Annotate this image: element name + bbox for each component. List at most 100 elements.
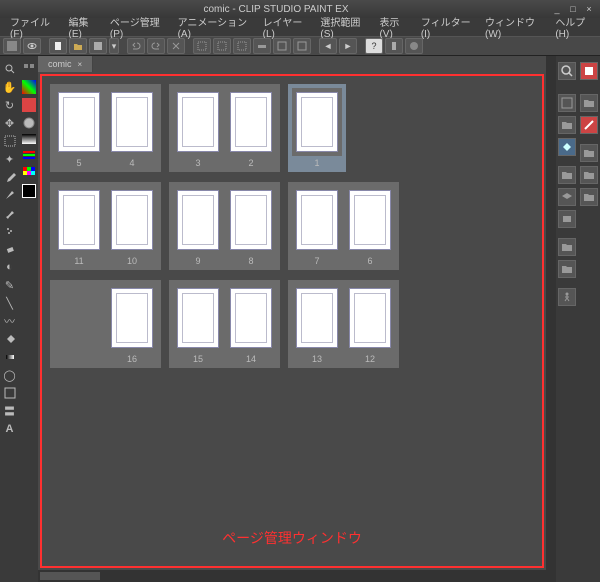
page-spread[interactable]: 16 <box>50 280 161 368</box>
navigator-icon[interactable] <box>558 62 576 80</box>
line-icon[interactable]: ╲ <box>2 295 18 311</box>
page-spread[interactable]: 98 <box>169 182 280 270</box>
text-icon[interactable]: A <box>2 421 18 437</box>
blend-icon[interactable]: ◐ <box>2 259 18 275</box>
page-spread[interactable]: 1514 <box>169 280 280 368</box>
invert-select-icon[interactable] <box>213 38 231 54</box>
document-tab[interactable]: comic × <box>38 56 93 72</box>
page-thumbnail[interactable]: 14 <box>226 284 276 364</box>
layer-palette-icon[interactable] <box>580 62 598 80</box>
page-thumbnail[interactable]: 10 <box>107 186 157 266</box>
page-thumbnail[interactable]: 8 <box>226 186 276 266</box>
folder-r2-icon[interactable] <box>580 144 598 162</box>
folder-icon[interactable] <box>558 116 576 134</box>
save-icon[interactable] <box>89 38 107 54</box>
subview-icon[interactable] <box>558 94 576 112</box>
open-folder-icon[interactable] <box>69 38 87 54</box>
eyedropper-icon[interactable] <box>2 169 18 185</box>
page-thumbnail[interactable]: 16 <box>107 284 157 364</box>
select-icon[interactable] <box>2 133 18 149</box>
frame-icon[interactable] <box>2 385 18 401</box>
folder2-icon[interactable] <box>558 166 576 184</box>
page-thumbnail[interactable] <box>54 284 104 364</box>
horizontal-scrollbar[interactable] <box>38 570 546 582</box>
page-thumbnail[interactable]: 7 <box>292 186 342 266</box>
color-set-icon[interactable] <box>21 165 37 181</box>
wand-icon[interactable]: ✦ <box>2 151 18 167</box>
page-thumbnail[interactable]: 6 <box>345 186 395 266</box>
eraser-icon[interactable] <box>2 241 18 257</box>
page-management-window: 54321111098761615141312 ページ管理ウィンドウ <box>40 74 544 568</box>
gradient-icon[interactable] <box>2 349 18 365</box>
help-icon[interactable]: ? <box>365 38 383 54</box>
snap-ruler-icon[interactable] <box>253 38 271 54</box>
next-page-icon[interactable]: ► <box>339 38 357 54</box>
page-thumbnail[interactable]: 3 <box>173 88 223 168</box>
page-thumbnail[interactable]: 13 <box>292 284 342 364</box>
folder-r1-icon[interactable] <box>580 94 598 112</box>
smartphone-icon[interactable] <box>385 38 403 54</box>
prev-page-icon[interactable]: ◄ <box>319 38 337 54</box>
page-thumbnail[interactable]: 9 <box>173 186 223 266</box>
deselect-icon[interactable] <box>193 38 211 54</box>
page-thumbnail[interactable]: 4 <box>107 88 157 168</box>
page-spread[interactable]: 54 <box>50 84 161 172</box>
fg-bg-color-icon[interactable] <box>22 184 36 198</box>
ruler-icon[interactable]: 〓 <box>2 403 18 419</box>
hand-icon[interactable]: ✋ <box>2 79 18 95</box>
color-palette-icon[interactable] <box>22 80 36 94</box>
folder3-icon[interactable] <box>558 238 576 256</box>
animation-cels-icon[interactable] <box>558 210 576 228</box>
clip-studio-icon[interactable] <box>3 38 21 54</box>
show-border-icon[interactable] <box>233 38 251 54</box>
airbrush-icon[interactable] <box>2 223 18 239</box>
new-file-icon[interactable] <box>49 38 67 54</box>
fill-icon[interactable] <box>2 331 18 347</box>
move-icon[interactable]: ✥ <box>2 115 18 131</box>
balloon-icon[interactable]: ◯ <box>2 367 18 383</box>
snap-grid-icon[interactable] <box>293 38 311 54</box>
layer-icon[interactable] <box>558 188 576 206</box>
rotate-icon[interactable]: ↻ <box>2 97 18 113</box>
material-icon[interactable] <box>558 138 576 156</box>
menu-help[interactable]: ヘルプ(H) <box>549 12 600 42</box>
page-spread[interactable]: 1110 <box>50 182 161 270</box>
gradient-bar-icon[interactable] <box>22 134 36 144</box>
clip-studio-assets-icon[interactable] <box>405 38 423 54</box>
tab-close-icon[interactable]: × <box>78 60 83 69</box>
folder4-icon[interactable] <box>558 260 576 278</box>
page-thumbnail[interactable]: 5 <box>54 88 104 168</box>
snap-special-icon[interactable] <box>273 38 291 54</box>
redo-icon[interactable] <box>147 38 165 54</box>
zoom-icon[interactable] <box>2 61 18 77</box>
menu-window[interactable]: ウィンドウ(W) <box>479 12 549 42</box>
page-thumbnail[interactable]: 15 <box>173 284 223 364</box>
page-spread[interactable]: 1 <box>288 84 346 172</box>
brush-icon[interactable] <box>2 205 18 221</box>
quick-access-icon[interactable] <box>21 61 37 77</box>
color-slider-icon[interactable] <box>21 147 37 163</box>
page-spread[interactable]: 32 <box>169 84 280 172</box>
pen-icon[interactable] <box>2 187 18 203</box>
page-spread[interactable]: 76 <box>288 182 399 270</box>
history-icon[interactable] <box>580 116 598 134</box>
dropdown-icon[interactable]: ▾ <box>109 38 119 54</box>
vertical-scrollbar[interactable] <box>546 56 556 582</box>
menu-filter[interactable]: フィルター(I) <box>415 12 479 42</box>
delete-icon[interactable] <box>167 38 185 54</box>
page-thumbnail[interactable]: 11 <box>54 186 104 266</box>
3d-figure-icon[interactable] <box>558 288 576 306</box>
correct-icon[interactable]: ✎ <box>2 277 18 293</box>
page-thumbnail[interactable]: 2 <box>226 88 276 168</box>
color-red-icon[interactable] <box>22 98 36 112</box>
page-spread[interactable]: 1312 <box>288 280 399 368</box>
page-thumbnail[interactable]: 12 <box>345 284 395 364</box>
folder-r4-icon[interactable] <box>580 188 598 206</box>
page-number: 5 <box>76 158 81 168</box>
undo-icon[interactable] <box>127 38 145 54</box>
eye-icon[interactable] <box>23 38 41 54</box>
page-thumbnail[interactable]: 1 <box>292 88 342 168</box>
color-wheel-icon[interactable] <box>21 115 37 131</box>
folder-r3-icon[interactable] <box>580 166 598 184</box>
curve-icon[interactable]: 〰 <box>2 313 18 329</box>
